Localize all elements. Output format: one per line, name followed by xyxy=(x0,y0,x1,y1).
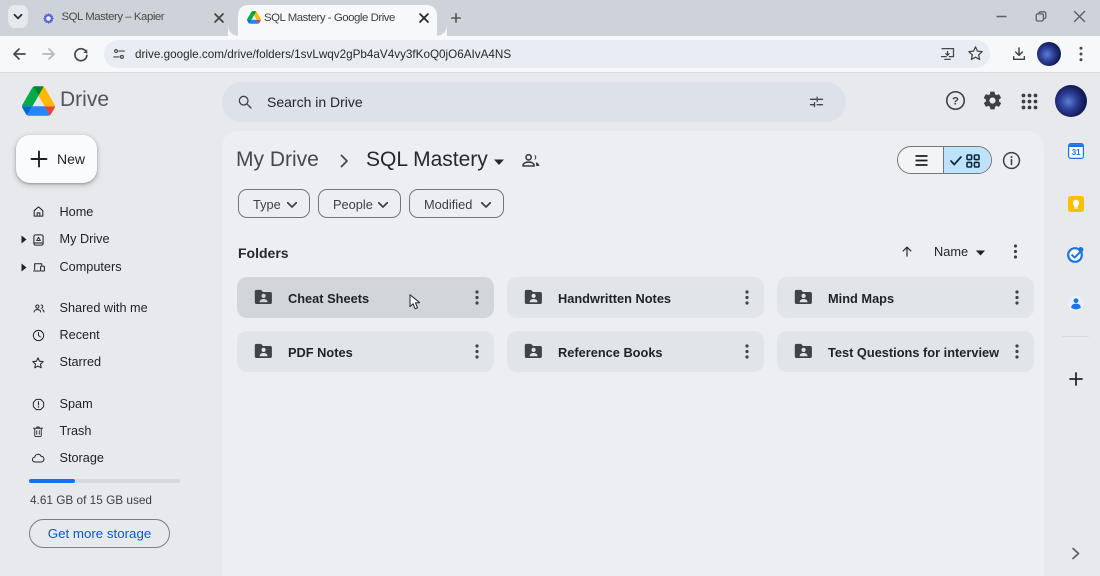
svg-text:?: ? xyxy=(952,96,959,108)
svg-text:31: 31 xyxy=(1072,148,1081,157)
